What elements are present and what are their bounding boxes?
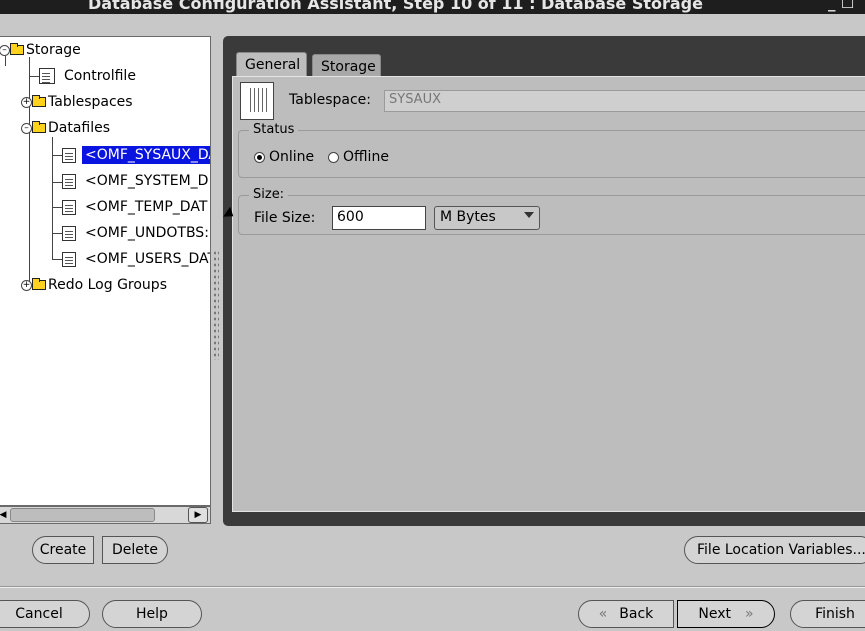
tree-item-datafile-users[interactable]: <OMF_USERS_DAT bbox=[62, 249, 211, 269]
tree-item-label: Redo Log Groups bbox=[48, 277, 167, 293]
chevron-down-icon[interactable] bbox=[524, 212, 534, 218]
back-arrow-icon: « bbox=[598, 606, 608, 622]
file-location-variables-button[interactable]: File Location Variables... bbox=[684, 536, 865, 564]
datafile-icon bbox=[62, 147, 76, 163]
tree-item-datafiles[interactable]: – Datafiles bbox=[21, 118, 113, 138]
folder-icon bbox=[32, 278, 46, 290]
title-bar: Database Configuration Assistant, Step 1… bbox=[0, 0, 865, 14]
tree-item-datafile-sysaux[interactable]: <OMF_SYSAUX_DA bbox=[62, 145, 210, 165]
online-label[interactable]: Online bbox=[269, 149, 314, 165]
create-button[interactable]: Create bbox=[32, 536, 94, 564]
back-button[interactable]: « Back bbox=[578, 600, 674, 628]
next-arrow-icon: » bbox=[745, 606, 754, 622]
tree-line bbox=[52, 207, 62, 208]
tree-item-label: <OMF_SYSTEM_D. bbox=[85, 173, 211, 189]
tree-item-label: Datafiles bbox=[48, 120, 111, 136]
window-controls[interactable]: _ ☐ bbox=[828, 0, 854, 12]
tree-item-controlfile[interactable]: Controlfile bbox=[39, 66, 139, 86]
tree-line bbox=[52, 259, 62, 260]
window-title: Database Configuration Assistant, Step 1… bbox=[88, 0, 703, 13]
size-unit-select[interactable]: M Bytes bbox=[434, 206, 540, 230]
collapse-icon[interactable]: – bbox=[21, 122, 32, 134]
help-button[interactable]: Help bbox=[102, 600, 202, 628]
tree-item-redo-log-groups[interactable]: + Redo Log Groups bbox=[21, 275, 170, 295]
tablespace-icon bbox=[240, 82, 274, 120]
offline-label[interactable]: Offline bbox=[343, 149, 389, 165]
tree-item-datafile-undotbs[interactable]: <OMF_UNDOTBS: bbox=[62, 223, 210, 243]
storage-tree[interactable]: – Storage Controlfile + Tablespaces – Da… bbox=[0, 36, 211, 506]
tree-line bbox=[52, 155, 62, 156]
back-label: Back bbox=[619, 606, 654, 622]
next-button[interactable]: Next » bbox=[677, 600, 775, 628]
online-radio[interactable] bbox=[254, 152, 265, 163]
tablespace-select[interactable]: SYSAUX bbox=[384, 90, 865, 112]
tab-general[interactable]: General bbox=[236, 52, 307, 76]
tablespace-label: Tablespace: bbox=[289, 92, 371, 108]
separator bbox=[0, 586, 865, 588]
datafile-icon bbox=[62, 199, 76, 215]
tree-item-storage[interactable]: – Storage bbox=[0, 40, 84, 60]
tree-line bbox=[52, 233, 62, 234]
file-size-input[interactable]: 600 bbox=[332, 206, 426, 230]
tree-item-datafile-temp[interactable]: <OMF_TEMP_DAT bbox=[62, 197, 210, 217]
scrollbar-thumb[interactable] bbox=[10, 508, 155, 522]
next-label: Next bbox=[698, 606, 732, 622]
tree-item-label: <OMF_TEMP_DAT bbox=[85, 199, 208, 215]
status-legend: Status bbox=[249, 122, 299, 137]
datafile-icon bbox=[62, 225, 76, 241]
datafile-icon bbox=[62, 251, 76, 267]
tree-item-label: <OMF_UNDOTBS: bbox=[85, 225, 209, 241]
file-size-label: File Size: bbox=[254, 210, 316, 226]
size-legend: Size: bbox=[249, 187, 289, 202]
finish-button[interactable]: Finish bbox=[790, 600, 865, 628]
expand-icon[interactable]: + bbox=[21, 279, 32, 291]
tree-item-label: <OMF_USERS_DAT bbox=[85, 251, 211, 267]
controlfile-icon bbox=[39, 68, 55, 84]
tree-item-label: Tablespaces bbox=[48, 94, 133, 110]
folder-icon bbox=[32, 121, 46, 133]
panel-splitter[interactable] bbox=[213, 250, 219, 360]
tree-line bbox=[52, 182, 62, 183]
tree-item-label: <OMF_SYSAUX_DA bbox=[82, 146, 210, 164]
scroll-right-button[interactable]: ▶ bbox=[188, 507, 208, 523]
delete-button[interactable]: Delete bbox=[102, 536, 168, 564]
offline-radio[interactable] bbox=[328, 152, 339, 163]
folder-icon bbox=[10, 43, 24, 55]
expand-icon[interactable]: + bbox=[21, 96, 32, 108]
tree-item-tablespaces[interactable]: + Tablespaces bbox=[21, 92, 136, 112]
tree-item-label: Storage bbox=[26, 42, 81, 58]
datafile-icon bbox=[62, 173, 76, 189]
folder-icon bbox=[32, 95, 46, 107]
tab-storage[interactable]: Storage bbox=[312, 54, 381, 76]
scroll-left-icon[interactable]: ◀ bbox=[0, 508, 10, 522]
tree-item-datafile-system[interactable]: <OMF_SYSTEM_D. bbox=[62, 171, 211, 191]
tree-item-label: Controlfile bbox=[64, 68, 136, 84]
tree-line bbox=[29, 76, 39, 77]
collapse-icon[interactable]: – bbox=[0, 44, 10, 56]
cancel-button[interactable]: Cancel bbox=[0, 600, 90, 628]
